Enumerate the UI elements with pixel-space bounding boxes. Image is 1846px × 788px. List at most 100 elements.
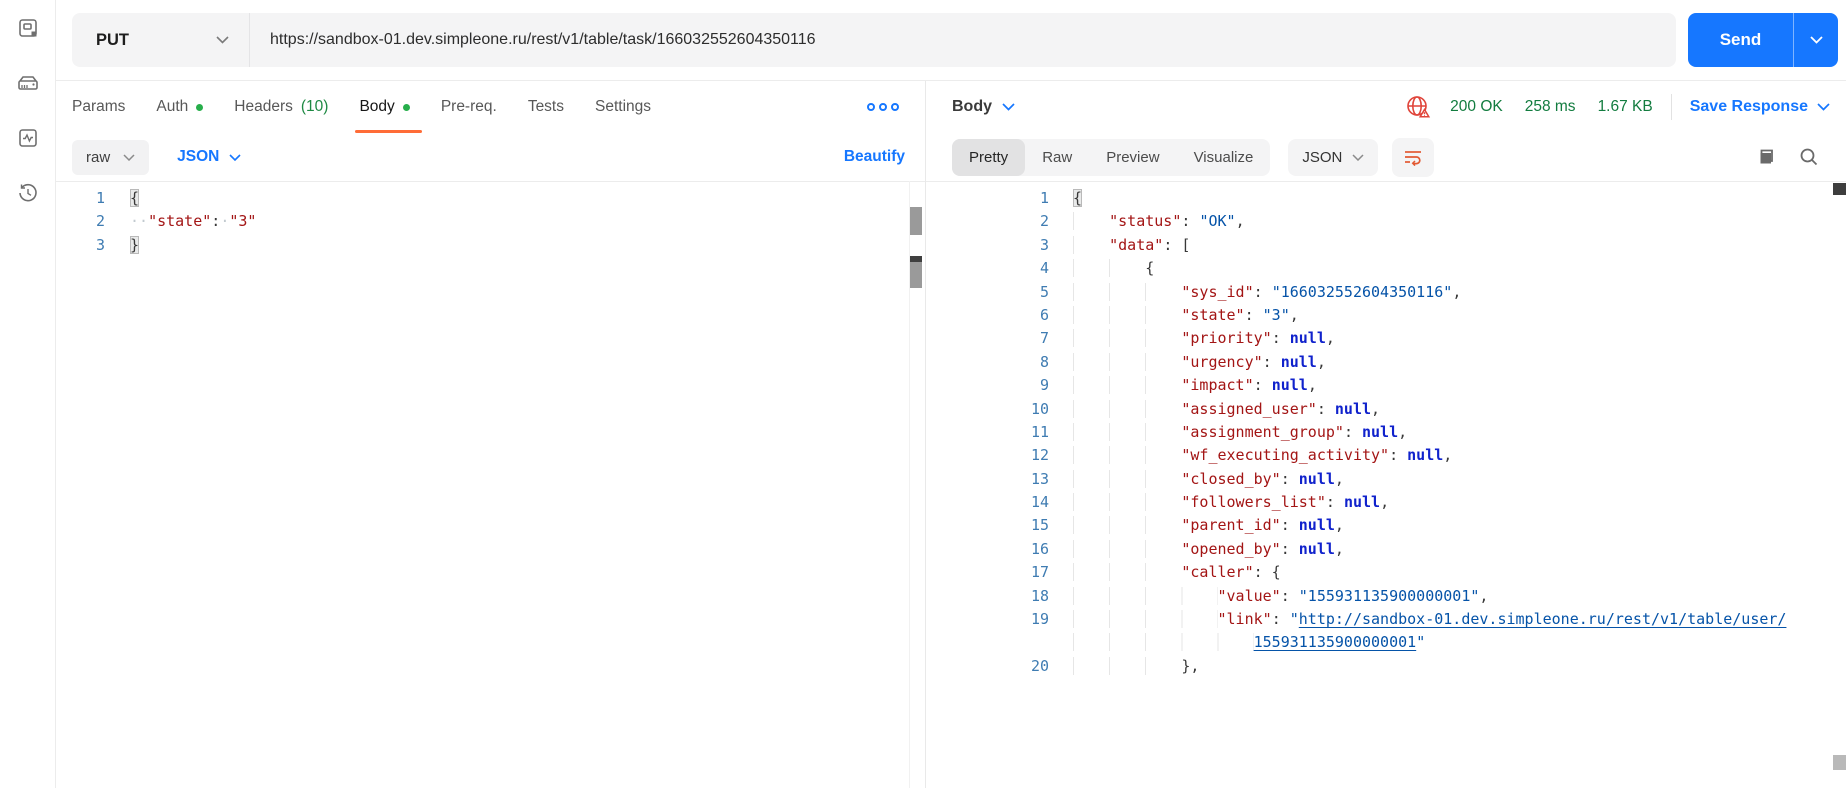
response-pane: Body 200 OK 258 ms 1.67 KB Save Response… [925,81,1846,788]
save-response-button[interactable]: Save Response [1690,98,1830,116]
response-viewer-scrollbar[interactable] [1833,181,1846,788]
code-token [1073,539,1182,558]
code-token: , [1371,399,1381,418]
copy-icon[interactable] [1756,146,1778,168]
code-line: 16 "opened_by": null, [926,538,1846,561]
code-token: "impact" [1181,376,1254,395]
code-token: "3" [229,212,257,231]
code-text: 155931135900000001" [1061,631,1425,654]
line-number: 14 [1030,493,1049,512]
json-link[interactable]: http://sandbox-01.dev.simpleone.ru/rest/… [1299,610,1787,628]
code-token: "closed_by" [1181,469,1281,488]
code-token [1073,422,1182,441]
tab-params[interactable]: Params [72,81,125,133]
code-token: null [1298,539,1335,558]
view-tab-preview[interactable]: Preview [1089,139,1176,176]
tab-body[interactable]: Body [355,81,423,133]
tab-auth[interactable]: Auth [156,81,204,133]
code-token [1073,610,1218,629]
json-link[interactable]: 155931135900000001 [1254,633,1417,651]
code-token: "155931135900000001" [1298,586,1480,605]
code-token: : [1271,329,1290,348]
code-token: null [1289,329,1326,348]
code-token: "priority" [1181,329,1272,348]
code-token: null [1271,376,1308,395]
body-type-select[interactable]: raw [72,139,150,175]
collections-icon[interactable] [12,12,44,44]
code-token: : [1253,376,1272,395]
code-token [1073,235,1110,254]
chevron-down-icon [1817,103,1830,111]
response-language-select[interactable]: JSON [1288,138,1379,176]
code-token: "followers_list" [1181,493,1326,512]
response-body-viewer[interactable]: 1{2 "status": "OK", 3 "data": [4 {5 "sys_… [926,181,1846,788]
code-token: "status" [1109,212,1182,231]
code-line: 6 "state": "3", [926,304,1846,327]
code-line: 2 "status": "OK", [926,210,1846,233]
code-token: "state" [148,212,212,231]
tab-tests[interactable]: Tests [528,81,564,133]
code-token [1073,352,1182,371]
code-text: { [116,187,140,210]
method-select[interactable]: PUT [72,13,250,67]
beautify-button[interactable]: Beautify [844,148,905,166]
code-token: : [1389,446,1408,465]
code-line: 17 "caller": { [926,561,1846,584]
line-number: 11 [1030,422,1049,441]
code-token: : [1280,516,1299,535]
view-tab-raw[interactable]: Raw [1025,139,1089,176]
send-button[interactable]: Send [1688,13,1794,67]
tab-headers[interactable]: Headers (10) [234,81,328,133]
code-line: 9 "impact": null, [926,374,1846,397]
send-options-button[interactable] [1794,13,1838,67]
code-token: "3" [1262,305,1290,324]
status-dot [196,103,204,111]
code-token: "OK" [1199,212,1236,231]
code-token [1073,563,1182,582]
view-tab-visualize[interactable]: Visualize [1177,139,1271,176]
view-tab-pretty[interactable]: Pretty [952,138,1026,176]
code-line: 3 "data": [ [926,234,1846,257]
code-token [1073,212,1110,231]
url-input[interactable]: https://sandbox-01.dev.simpleone.ru/rest… [250,13,1676,67]
code-token [1073,446,1182,465]
tab-label: Auth [156,98,189,115]
tab-label: Pre-req. [440,98,497,115]
line-number: 3 [95,235,105,254]
response-body-select[interactable]: Body [952,98,1015,116]
line-number: 17 [1030,563,1049,582]
server-icon[interactable] [12,67,44,99]
code-token: : [1280,469,1299,488]
line-number: 9 [1039,376,1049,395]
network-warning-icon[interactable] [1405,94,1432,120]
code-token: null [1407,446,1444,465]
code-token: null [1343,493,1381,512]
activity-icon[interactable] [12,122,44,154]
request-editor-scrollbar[interactable] [909,181,922,788]
code-line: 19 "link": "http://sandbox-01.dev.simple… [926,608,1846,631]
code-token: : [ [1163,235,1191,254]
code-line[interactable]: 1{ [56,187,925,210]
search-icon[interactable] [1798,146,1820,168]
tab-pre-req[interactable]: Pre-req. [441,81,497,133]
code-line[interactable]: 2 ··"state":·"3" [56,210,925,233]
language-select[interactable]: JSON [177,148,241,166]
code-token: , [1334,516,1344,535]
code-token: null [1280,352,1317,371]
word-wrap-button[interactable] [1392,137,1435,177]
code-line: 155931135900000001" [926,631,1846,654]
tab-label: Params [72,98,126,115]
code-token: "caller" [1181,563,1254,582]
request-body-editor[interactable]: 1{2 ··"state":·"3" 3} [56,181,925,788]
chevron-down-icon [1002,103,1015,111]
line-number [926,631,1061,654]
code-line: 15 "parent_id": null, [926,514,1846,537]
more-options-icon[interactable] [863,99,903,115]
tab-label: Body [359,98,395,115]
status-badge: 200 OK [1450,98,1503,115]
code-token: { [130,189,140,207]
tab-settings[interactable]: Settings [595,81,651,133]
history-icon[interactable] [12,177,44,209]
line-number: 4 [1039,259,1049,278]
code-line[interactable]: 3} [56,234,925,257]
